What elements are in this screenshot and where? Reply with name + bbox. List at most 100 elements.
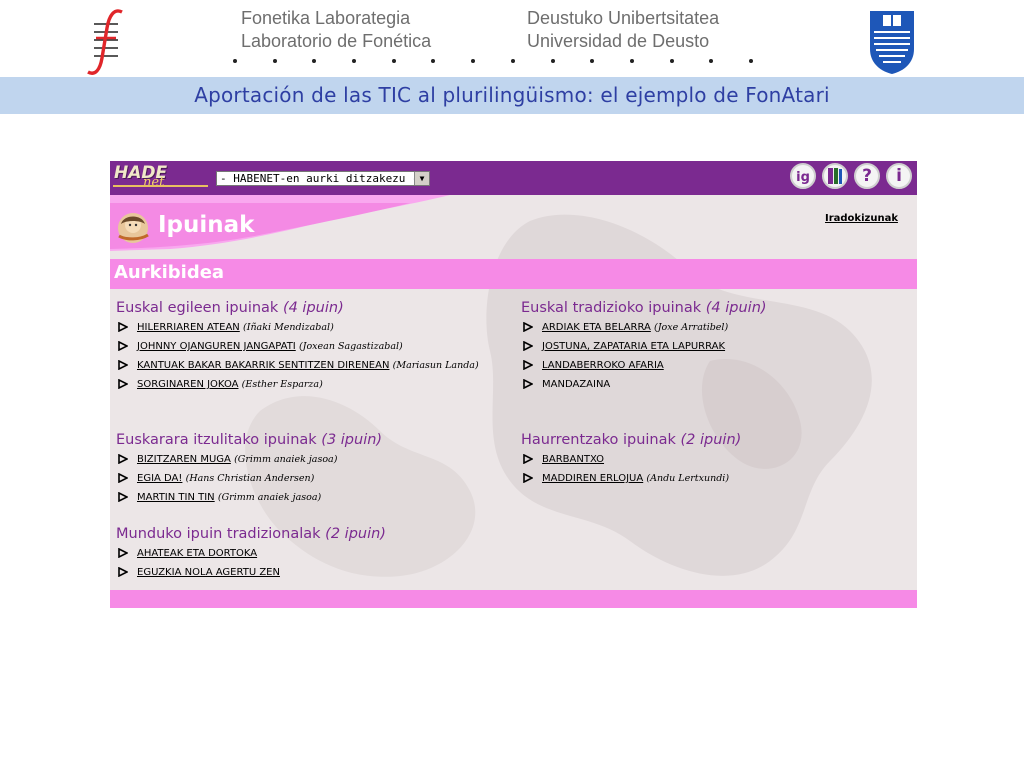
category-title: Haurrentzako ipuinak (2 ipuin) bbox=[521, 430, 741, 450]
play-triangle-icon bbox=[118, 567, 128, 577]
story-author: (Joxe Arratibel) bbox=[654, 322, 729, 333]
category-count: (4 ipuin) bbox=[282, 300, 344, 316]
story-list-item: AHATEAK ETA DORTOKA bbox=[116, 544, 386, 563]
category-translated: Euskarara itzulitako ipuinak (3 ipuin) B… bbox=[116, 430, 382, 507]
story-author: (Joxean Sagastizabal) bbox=[298, 341, 403, 352]
story-link[interactable]: ARDIAK ETA BELARRA bbox=[542, 322, 651, 333]
slide-title: Aportación de las TIC al plurilingüismo:… bbox=[194, 83, 830, 107]
story-list-item: JOSTUNA, ZAPATARIA ETA LAPURRAK bbox=[521, 337, 767, 356]
footer-bar bbox=[110, 590, 917, 608]
category-basque-traditional: Euskal tradizioko ipuinak (4 ipuin) ARDI… bbox=[521, 298, 767, 394]
lab-name: Fonetika Laborategia Laboratorio de Foné… bbox=[241, 7, 431, 53]
story-link[interactable]: BARBANTXO bbox=[542, 454, 604, 465]
dotted-separator bbox=[233, 59, 753, 69]
category-title-label: Haurrentzako ipuinak bbox=[521, 432, 676, 448]
info-icon-glyph: i bbox=[896, 166, 902, 186]
category-count: (2 ipuin) bbox=[325, 526, 386, 542]
play-triangle-icon bbox=[523, 360, 533, 370]
story-link[interactable]: MANDAZAINA bbox=[542, 379, 610, 390]
hadenet-logo-sub: net bbox=[143, 175, 165, 190]
story-author: (Mariasun Landa) bbox=[392, 360, 479, 371]
story-link[interactable]: AHATEAK ETA DORTOKA bbox=[137, 548, 257, 559]
category-title: Euskal egileen ipuinak (4 ipuin) bbox=[116, 298, 507, 318]
story-author: (Iñaki Mendizabal) bbox=[242, 322, 334, 333]
storyteller-icon bbox=[118, 213, 149, 243]
story-list-item: BARBANTXO bbox=[521, 450, 741, 469]
play-triangle-icon bbox=[118, 322, 128, 332]
category-basque-authors: Euskal egileen ipuinak (4 ipuin) HILERRI… bbox=[116, 298, 507, 394]
university-name-spanish: Universidad de Deusto bbox=[527, 31, 710, 51]
play-triangle-icon bbox=[118, 379, 128, 389]
story-list-item: HILERRIAREN ATEAN (Iñaki Mendizabal) bbox=[116, 318, 507, 337]
hadenet-logo[interactable]: HADE net bbox=[113, 163, 208, 191]
category-title-label: Euskal tradizioko ipuinak bbox=[521, 300, 702, 316]
category-title-label: Munduko ipuin tradizionalak bbox=[116, 526, 321, 542]
play-triangle-icon bbox=[523, 379, 533, 389]
story-link[interactable]: SORGINAREN JOKOA bbox=[137, 379, 238, 390]
play-triangle-icon bbox=[523, 454, 533, 464]
story-list-item: EGIA DA! (Hans Christian Andersen) bbox=[116, 469, 382, 488]
story-link[interactable]: HILERRIAREN ATEAN bbox=[137, 322, 240, 333]
story-link[interactable]: EGIA DA! bbox=[137, 473, 182, 484]
story-list-item: EGUZKIA NOLA AGERTU ZEN bbox=[116, 563, 386, 582]
play-triangle-icon bbox=[523, 322, 533, 332]
story-link[interactable]: BIZITZAREN MUGA bbox=[137, 454, 231, 465]
site-navigation-select-value: - HABENET-en aurki ditzakezu - bbox=[220, 172, 419, 185]
category-count: (3 ipuin) bbox=[321, 432, 383, 448]
category-count: (2 ipuin) bbox=[680, 432, 742, 448]
help-icon-glyph: ? bbox=[862, 166, 872, 186]
story-author: (Hans Christian Andersen) bbox=[185, 473, 315, 484]
story-list-item: ARDIAK ETA BELARRA (Joxe Arratibel) bbox=[521, 318, 767, 337]
story-list-item: JOHNNY OJANGUREN JANGAPATI (Joxean Sagas… bbox=[116, 337, 507, 356]
story-list-item: MARTIN TIN TIN (Grimm anaiek jasoa) bbox=[116, 488, 382, 507]
category-children: Haurrentzako ipuinak (2 ipuin) BARBANTXO… bbox=[521, 430, 741, 488]
play-triangle-icon bbox=[118, 492, 128, 502]
story-author: (Andu Lertxundi) bbox=[646, 473, 730, 484]
hadenet-logo-stripe bbox=[113, 185, 208, 187]
story-author: (Grimm anaiek jasoa) bbox=[234, 454, 338, 465]
section-header: Aurkibidea bbox=[110, 259, 917, 289]
category-title: Munduko ipuin tradizionalak (2 ipuin) bbox=[116, 524, 386, 544]
story-link[interactable]: KANTUAK BAKAR BAKARRIK SENTITZEN DIRENEA… bbox=[137, 360, 389, 371]
university-shield-logo bbox=[870, 11, 914, 74]
recommendations-link[interactable]: Iradokizunak bbox=[825, 213, 898, 224]
category-title: Euskal tradizioko ipuinak (4 ipuin) bbox=[521, 298, 767, 318]
story-list-item: MANDAZAINA bbox=[521, 375, 767, 394]
story-link[interactable]: MADDIREN ERLOJUA bbox=[542, 473, 643, 484]
play-triangle-icon bbox=[118, 360, 128, 370]
story-link[interactable]: JOHNNY OJANGUREN JANGAPATI bbox=[137, 341, 296, 352]
page-title: Ipuinak bbox=[158, 212, 255, 238]
category-count: (4 ipuin) bbox=[705, 300, 767, 316]
hadenet-screenshot: HADE net - HABENET-en aurki ditzakezu - … bbox=[110, 161, 917, 608]
info-icon[interactable]: i bbox=[886, 163, 912, 189]
story-list-item: SORGINAREN JOKOA (Esther Esparza) bbox=[116, 375, 507, 394]
story-link[interactable]: EGUZKIA NOLA AGERTU ZEN bbox=[137, 567, 280, 578]
play-triangle-icon bbox=[118, 454, 128, 464]
play-triangle-icon bbox=[118, 548, 128, 558]
fonetika-logo bbox=[87, 9, 123, 75]
ig-icon[interactable]: ig bbox=[790, 163, 816, 189]
lab-name-spanish: Laboratorio de Fonética bbox=[241, 31, 432, 51]
story-author: (Grimm anaiek jasoa) bbox=[217, 492, 322, 503]
story-link[interactable]: MARTIN TIN TIN bbox=[137, 492, 215, 503]
university-name-basque: Deustuko Unibertsitatea bbox=[527, 8, 720, 28]
story-list-item: MADDIREN ERLOJUA (Andu Lertxundi) bbox=[521, 469, 741, 488]
story-author: (Esther Esparza) bbox=[241, 379, 323, 390]
category-title-label: Euskal egileen ipuinak bbox=[116, 300, 279, 316]
story-list-item: KANTUAK BAKAR BAKARRIK SENTITZEN DIRENEA… bbox=[116, 356, 507, 375]
ig-icon-glyph: ig bbox=[796, 170, 810, 185]
book-icon[interactable] bbox=[822, 163, 848, 189]
category-title: Euskarara itzulitako ipuinak (3 ipuin) bbox=[116, 430, 382, 450]
chevron-down-icon[interactable]: ▼ bbox=[414, 172, 429, 185]
play-triangle-icon bbox=[523, 341, 533, 351]
lab-name-basque: Fonetika Laborategia bbox=[241, 8, 411, 28]
story-list-item: BIZITZAREN MUGA (Grimm anaiek jasoa) bbox=[116, 450, 382, 469]
university-name: Deustuko Unibertsitatea Universidad de D… bbox=[527, 7, 719, 53]
site-navigation-select[interactable]: - HABENET-en aurki ditzakezu - ▼ bbox=[216, 171, 430, 186]
play-triangle-icon bbox=[523, 473, 533, 483]
slide-title-bar: Aportación de las TIC al plurilingüismo:… bbox=[0, 77, 1024, 114]
help-icon[interactable]: ? bbox=[854, 163, 880, 189]
story-link[interactable]: LANDABERROKO AFARIA bbox=[542, 360, 664, 371]
story-link[interactable]: JOSTUNA, ZAPATARIA ETA LAPURRAK bbox=[542, 341, 725, 352]
book-icon-graphic bbox=[828, 168, 842, 184]
